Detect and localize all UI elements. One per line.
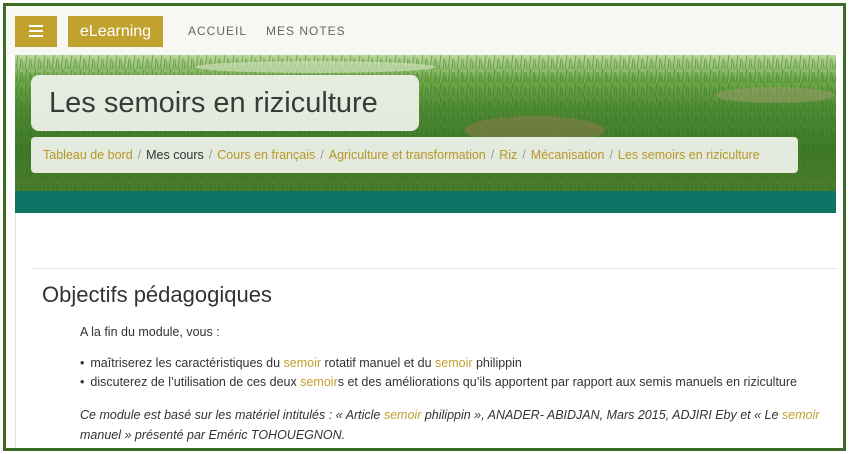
- glossary-link[interactable]: semoir: [300, 375, 338, 389]
- breadcrumb-agriculture[interactable]: Agriculture et transformation: [329, 148, 486, 162]
- glossary-link[interactable]: semoir: [284, 356, 322, 370]
- page-title-box: Les semoirs en riziculture: [31, 75, 419, 131]
- objectives-list: maîtriserez les caractéristiques du semo…: [80, 354, 797, 392]
- menu-toggle-button[interactable]: [15, 16, 57, 47]
- breadcrumb: Tableau de bord / Mes cours / Cours en franç…: [31, 137, 798, 173]
- breadcrumb-cours-en-francais[interactable]: Cours en français: [217, 148, 315, 162]
- breadcrumb-mes-cours: Mes cours: [146, 148, 204, 162]
- glossary-link[interactable]: semoir: [384, 408, 422, 422]
- intro-text: A la fin du module, vous :: [80, 325, 220, 339]
- page-frame: eLearning ACCUEIL MES NOTES Les semoirs …: [3, 3, 846, 451]
- hamburger-icon: [29, 25, 43, 37]
- breadcrumb-mecanisation[interactable]: Mécanisation: [531, 148, 605, 162]
- breadcrumb-current-course[interactable]: Les semoirs en riziculture: [618, 148, 760, 162]
- breadcrumb-tableau-de-bord[interactable]: Tableau de bord: [43, 148, 133, 162]
- nav-accueil[interactable]: ACCUEIL: [188, 24, 247, 38]
- top-navbar: eLearning ACCUEIL MES NOTES: [6, 6, 843, 55]
- teal-band: [15, 191, 836, 213]
- main-content: Objectifs pédagogiques A la fin du modul…: [15, 213, 837, 448]
- divider: [32, 268, 837, 269]
- hero-banner: Les semoirs en riziculture Tableau de bo…: [15, 55, 836, 191]
- list-item: maîtriserez les caractéristiques du semo…: [80, 354, 797, 373]
- section-heading: Objectifs pédagogiques: [42, 282, 272, 307]
- list-item: discuterez de l’utilisation de ces deux …: [80, 373, 797, 392]
- source-note: Ce module est basé sur les matériel inti…: [80, 408, 820, 442]
- glossary-link[interactable]: semoir: [782, 408, 820, 422]
- nav-mes-notes[interactable]: MES NOTES: [266, 24, 346, 38]
- page-title: Les semoirs en riziculture: [49, 87, 378, 119]
- breadcrumb-riz[interactable]: Riz: [499, 148, 517, 162]
- glossary-link[interactable]: semoir: [435, 356, 476, 370]
- brand-logo[interactable]: eLearning: [68, 16, 163, 47]
